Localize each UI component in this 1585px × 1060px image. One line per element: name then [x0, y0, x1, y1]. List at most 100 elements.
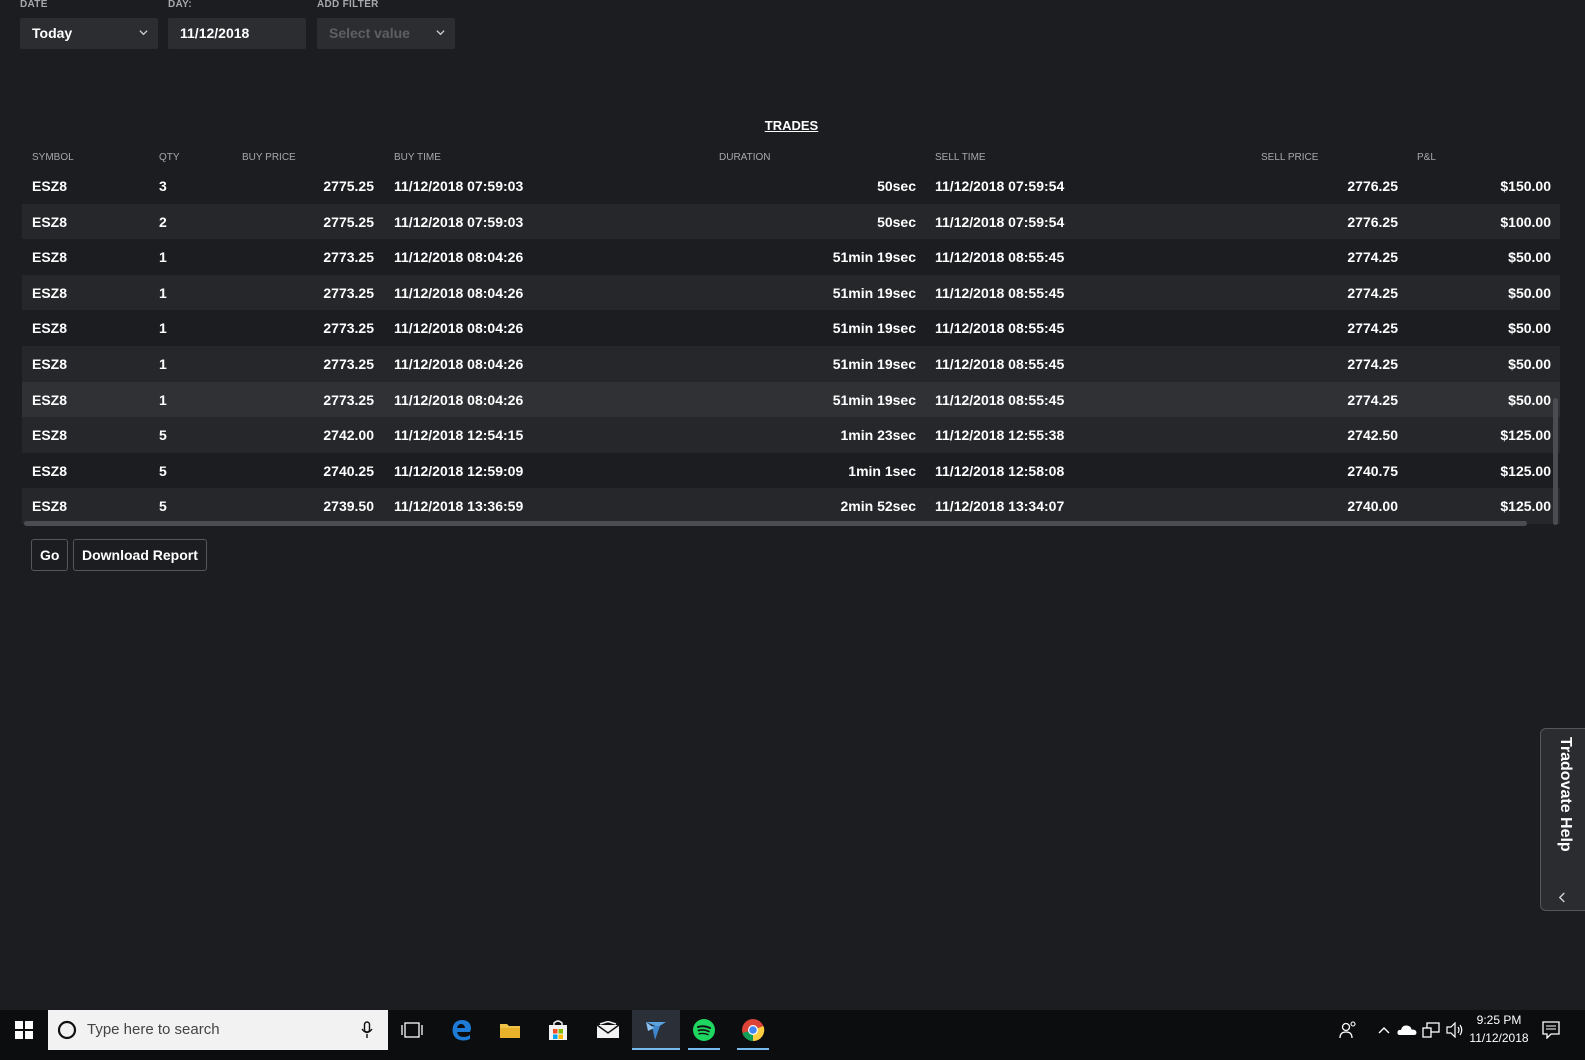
day-filter-label: DAY:	[168, 0, 192, 10]
date-select[interactable]: Today	[20, 18, 158, 49]
cortana-icon	[57, 1020, 77, 1040]
cell-sell-price: 2740.00	[1347, 498, 1398, 515]
table-row[interactable]: ESZ8 3 2775.25 11/12/2018 07:59:03 50sec 11/1…	[22, 168, 1560, 204]
table-row[interactable]: ESZ8 1 2773.25 11/12/2018 08:04:26 51min 19s…	[22, 345, 1560, 382]
table-row[interactable]: ESZ8 1 2773.25 11/12/2018 08:04:26 51min 19s…	[22, 310, 1560, 346]
mail-icon[interactable]	[584, 1010, 632, 1050]
cell-sell-price: 2740.75	[1347, 462, 1398, 479]
column-header-qty[interactable]: QTY	[159, 152, 180, 163]
cell-pnl: $50.00	[1508, 355, 1551, 372]
cell-buy-price: 2775.25	[323, 178, 374, 194]
chevron-down-icon	[436, 30, 445, 36]
tradovate-taskbar-button[interactable]	[632, 1010, 680, 1050]
cell-buy-time: 11/12/2018 12:59:09	[394, 462, 524, 479]
column-header-sell-price[interactable]: SELL PRICE	[1261, 152, 1318, 163]
clock-time[interactable]: 9:25 PM	[1469, 1013, 1529, 1027]
cell-qty: 1	[159, 320, 167, 337]
taskbar-search[interactable]: Type here to search	[48, 1010, 388, 1050]
notifications-icon[interactable]	[1537, 1010, 1565, 1050]
day-input[interactable]: 11/12/2018	[168, 18, 306, 49]
cell-pnl: $125.00	[1500, 498, 1551, 515]
clock-date[interactable]: 11/12/2018	[1469, 1031, 1529, 1045]
cell-buy-price: 2739.50	[323, 498, 374, 515]
cell-sell-time: 11/12/2018 07:59:54	[935, 213, 1065, 230]
cell-sell-time: 11/12/2018 13:34:07	[935, 498, 1065, 515]
table-row[interactable]: ESZ8 1 2773.25 11/12/2018 08:04:26 51min 19s…	[22, 274, 1560, 311]
help-tab-label: Tradovate Help	[1557, 737, 1574, 852]
table-row[interactable]: ESZ8 1 2773.25 11/12/2018 08:04:26 51min 19s…	[22, 239, 1560, 275]
cell-duration: 51min 19sec	[832, 355, 916, 372]
date-select-value: Today	[32, 25, 73, 41]
add-filter-select[interactable]: Select value	[317, 18, 455, 49]
cell-symbol: ESZ8	[32, 391, 68, 408]
help-tab[interactable]: Tradovate Help	[1540, 728, 1585, 911]
cell-duration: 50sec	[877, 178, 916, 194]
volume-icon[interactable]	[1443, 1010, 1467, 1050]
cell-buy-time: 11/12/2018 13:36:59	[394, 498, 524, 515]
column-header-sell-time[interactable]: SELL TIME	[935, 152, 986, 163]
tray-chevron-icon[interactable]	[1373, 1010, 1395, 1050]
cell-sell-price: 2774.25	[1347, 320, 1398, 337]
cell-pnl: $50.00	[1508, 391, 1551, 408]
cell-pnl: $125.00	[1500, 462, 1551, 479]
table-header: SYMBOL QTY BUY PRICE BUY TIME DURATION SELL T…	[22, 146, 1560, 168]
task-view-icon[interactable]	[388, 1010, 436, 1050]
spotify-icon[interactable]	[680, 1010, 728, 1050]
column-header-pnl[interactable]: P&L	[1417, 152, 1436, 163]
table-row[interactable]: ESZ8 5 2739.50 11/12/2018 13:36:59 2min 52se…	[22, 488, 1560, 524]
cell-duration: 51min 19sec	[832, 391, 916, 408]
cell-sell-time: 11/12/2018 08:55:45	[935, 355, 1065, 372]
cell-symbol: ESZ8	[32, 178, 68, 194]
table-row[interactable]: ESZ8 5 2740.25 11/12/2018 12:59:09 1min 1sec…	[22, 453, 1560, 489]
day-input-value: 11/12/2018	[180, 25, 250, 41]
download-report-button[interactable]: Download Report	[73, 539, 207, 571]
cell-buy-price: 2773.25	[323, 284, 374, 301]
cell-duration: 1min 23sec	[840, 427, 917, 444]
onedrive-icon[interactable]	[1395, 1010, 1419, 1050]
cell-buy-price: 2773.25	[323, 355, 374, 372]
column-header-buy-price[interactable]: BUY PRICE	[242, 152, 296, 163]
microphone-icon[interactable]	[361, 1021, 373, 1039]
cell-pnl: $50.00	[1508, 284, 1551, 301]
vertical-scrollbar[interactable]	[1553, 398, 1558, 525]
column-header-buy-time[interactable]: BUY TIME	[394, 152, 441, 163]
trades-table: SYMBOL QTY BUY PRICE BUY TIME DURATION SELL T…	[22, 146, 1560, 524]
add-filter-placeholder: Select value	[329, 25, 410, 41]
cell-sell-time: 11/12/2018 08:55:45	[935, 391, 1065, 408]
cell-buy-price: 2773.25	[323, 391, 374, 408]
edge-icon[interactable]	[438, 1010, 486, 1050]
cell-qty: 5	[159, 498, 167, 515]
table-row[interactable]: ESZ8 1 2773.25 11/12/2018 08:04:26 51min 19s…	[22, 381, 1560, 418]
store-icon[interactable]	[534, 1010, 582, 1050]
table-row[interactable]: ESZ8 5 2742.00 11/12/2018 12:54:15 1min 23se…	[22, 417, 1560, 453]
cell-symbol: ESZ8	[32, 284, 68, 301]
chrome-icon[interactable]	[729, 1010, 777, 1050]
cell-sell-time: 11/12/2018 08:55:45	[935, 320, 1065, 337]
cell-qty: 1	[159, 284, 167, 301]
go-button[interactable]: Go	[31, 539, 69, 571]
network-icon[interactable]	[1419, 1010, 1443, 1050]
column-header-duration[interactable]: DURATION	[719, 152, 770, 163]
windows-start-icon[interactable]	[0, 1010, 48, 1050]
cell-buy-price: 2742.00	[323, 427, 374, 444]
trades-title: TRADES	[764, 118, 819, 133]
people-icon[interactable]	[1333, 1010, 1363, 1050]
cell-sell-time: 11/12/2018 08:55:45	[935, 249, 1065, 266]
add-filter-label: ADD FILTER	[317, 0, 379, 10]
horizontal-scrollbar[interactable]	[24, 521, 1527, 526]
table-row[interactable]: ESZ8 2 2775.25 11/12/2018 07:59:03 50sec 11/1…	[22, 203, 1560, 240]
tradovate-icon	[646, 1022, 666, 1040]
cell-duration: 50sec	[877, 213, 916, 230]
cell-qty: 1	[159, 355, 167, 372]
cell-buy-time: 11/12/2018 07:59:03	[394, 178, 524, 194]
column-header-symbol[interactable]: SYMBOL	[32, 152, 74, 163]
chevron-down-icon	[139, 30, 148, 36]
cell-sell-time: 11/12/2018 08:55:45	[935, 284, 1065, 301]
file-explorer-icon[interactable]	[486, 1010, 534, 1050]
cell-symbol: ESZ8	[32, 462, 68, 479]
chrome-running-indicator	[737, 1048, 769, 1050]
search-placeholder: Type here to search	[87, 1021, 220, 1038]
cell-qty: 2	[159, 213, 167, 230]
cell-buy-time: 11/12/2018 08:04:26	[394, 320, 524, 337]
cell-duration: 51min 19sec	[832, 284, 916, 301]
